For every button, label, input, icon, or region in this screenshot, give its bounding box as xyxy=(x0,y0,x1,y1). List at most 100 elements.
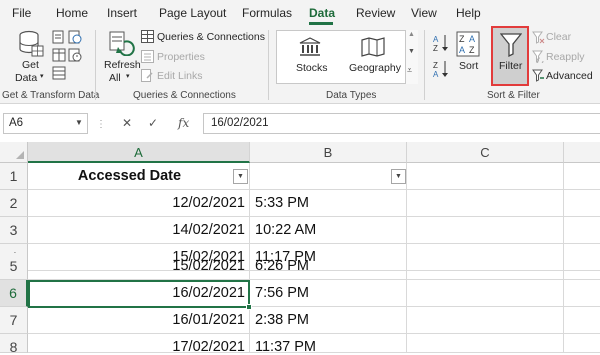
sort-icon: Z A A Z xyxy=(456,31,480,57)
row-header[interactable]: 5 xyxy=(0,253,28,280)
sort-a-to-z-icon[interactable]: A Z xyxy=(433,34,449,52)
tab-help[interactable]: Help xyxy=(456,6,481,20)
cancel-icon[interactable]: ✕ xyxy=(122,116,132,130)
more-icon[interactable]: ⩡ xyxy=(407,65,412,76)
reapply-label: Reapply xyxy=(546,51,585,63)
cell-b6[interactable]: 7:56 PM xyxy=(250,280,407,307)
cell-a8[interactable]: 17/02/2021 xyxy=(28,334,250,353)
tab-file[interactable]: File xyxy=(12,6,31,20)
gallery-scroll[interactable]: ▲ ▼ ⩡ xyxy=(405,30,418,84)
svg-text:Z: Z xyxy=(459,34,465,44)
row-header[interactable]: 1 xyxy=(0,163,28,190)
cell-d2[interactable] xyxy=(564,190,600,217)
cell-b1[interactable] xyxy=(250,163,407,190)
svg-text:Z: Z xyxy=(469,45,475,55)
row-header[interactable]: 6 xyxy=(0,280,28,307)
cell-a3[interactable]: 14/02/2021 xyxy=(28,217,250,244)
refresh-label-2: All xyxy=(109,72,121,84)
refresh-label-1: Refresh xyxy=(104,59,141,71)
data-types-gallery xyxy=(276,30,418,84)
svg-text:A: A xyxy=(433,70,439,78)
fill-handle[interactable] xyxy=(246,304,252,310)
cell-a5[interactable]: 15/02/2021 xyxy=(28,253,250,280)
column-header-c[interactable]: C xyxy=(407,142,564,163)
row-header[interactable]: 7 xyxy=(0,307,28,334)
filter-button[interactable]: Filter xyxy=(491,26,529,86)
chevron-down-icon[interactable]: ▼ xyxy=(75,118,83,127)
tab-insert[interactable]: Insert xyxy=(107,6,137,20)
cell-b2[interactable]: 5:33 PM xyxy=(250,190,407,217)
cell-a1[interactable]: Accessed Date xyxy=(28,163,250,190)
svg-text:Z: Z xyxy=(433,44,438,52)
edit-links-icon xyxy=(141,69,153,82)
cell-c2[interactable] xyxy=(407,190,564,217)
cell-c6[interactable] xyxy=(407,280,564,307)
svg-text:A: A xyxy=(469,34,475,44)
filter-label: Filter xyxy=(499,60,523,72)
more-options-icon[interactable]: ⋮ xyxy=(96,119,106,130)
existing-connections-icon[interactable] xyxy=(52,66,66,80)
properties-label: Properties xyxy=(157,51,205,63)
refresh-icon xyxy=(109,31,135,56)
cell-b8[interactable]: 11:37 PM xyxy=(250,334,407,353)
cell-d6[interactable] xyxy=(564,280,600,307)
sort-z-to-a-icon[interactable]: Z A xyxy=(433,60,449,78)
sort-label: Sort xyxy=(459,60,479,72)
row-header[interactable]: 8 xyxy=(0,334,28,355)
cell-a2[interactable]: 12/02/2021 xyxy=(28,190,250,217)
tab-data[interactable]: Data xyxy=(309,6,335,20)
cell-d1[interactable] xyxy=(564,163,600,190)
cell-b7[interactable]: 2:38 PM xyxy=(250,307,407,334)
group-label-data-types: Data Types xyxy=(326,90,377,101)
cell-b5[interactable]: 6:26 PM xyxy=(250,253,407,280)
tab-review[interactable]: Review xyxy=(356,6,395,20)
row-header[interactable]: 3 xyxy=(0,217,28,244)
from-web-icon[interactable] xyxy=(68,30,82,44)
tab-formulas[interactable]: Formulas xyxy=(242,6,292,20)
filter-dropdown-icon[interactable]: ▼ xyxy=(233,169,248,184)
edit-links-label: Edit Links xyxy=(157,70,203,82)
cell-d5[interactable] xyxy=(564,253,600,280)
funnel-icon xyxy=(500,33,522,57)
chevron-down-icon[interactable]: ▼ xyxy=(408,48,415,55)
filter-dropdown-icon[interactable]: ▼ xyxy=(391,169,406,184)
cell-b3[interactable]: 10:22 AM xyxy=(250,217,407,244)
cell-d3[interactable] xyxy=(564,217,600,244)
chevron-up-icon[interactable]: ▲ xyxy=(408,31,415,38)
cell-a7[interactable]: 16/01/2021 xyxy=(28,307,250,334)
cell-c5[interactable] xyxy=(407,253,564,280)
clear-label: Clear xyxy=(546,31,572,43)
formula-input[interactable]: 16/02/2021 xyxy=(203,113,600,134)
row-header[interactable]: 2 xyxy=(0,190,28,217)
cell-a6[interactable]: 16/02/2021 xyxy=(28,280,250,307)
cell-c8[interactable] xyxy=(407,334,564,353)
get-data-label-2: Data xyxy=(15,72,38,84)
svg-text:A: A xyxy=(459,45,465,55)
tab-view[interactable]: View xyxy=(411,6,437,20)
map-icon xyxy=(361,37,385,57)
cell-c1[interactable] xyxy=(407,163,564,190)
tab-page-layout[interactable]: Page Layout xyxy=(159,6,226,20)
from-table-icon[interactable] xyxy=(52,48,66,62)
cell-d7[interactable] xyxy=(564,307,600,334)
geography-label: Geography xyxy=(349,62,401,74)
queries-icon xyxy=(141,30,154,43)
recent-sources-icon[interactable] xyxy=(68,48,82,62)
svg-text:Z: Z xyxy=(433,61,438,70)
column-header-b[interactable]: B xyxy=(250,142,407,163)
clear-filter-icon xyxy=(532,31,545,44)
column-header-d[interactable] xyxy=(564,142,600,163)
cell-d8[interactable] xyxy=(564,334,600,353)
insert-function-icon[interactable]: fx xyxy=(178,116,189,130)
column-header-a[interactable]: A xyxy=(28,142,250,163)
group-label-queries: Queries & Connections xyxy=(133,90,236,101)
group-separator xyxy=(424,30,425,100)
cell-c7[interactable] xyxy=(407,307,564,334)
bank-icon xyxy=(299,37,321,56)
database-icon xyxy=(19,30,44,57)
cell-c3[interactable] xyxy=(407,217,564,244)
tab-home[interactable]: Home xyxy=(56,6,88,20)
from-text-icon[interactable] xyxy=(52,30,66,44)
group-separator xyxy=(268,30,269,100)
enter-icon[interactable]: ✓ xyxy=(148,116,158,130)
